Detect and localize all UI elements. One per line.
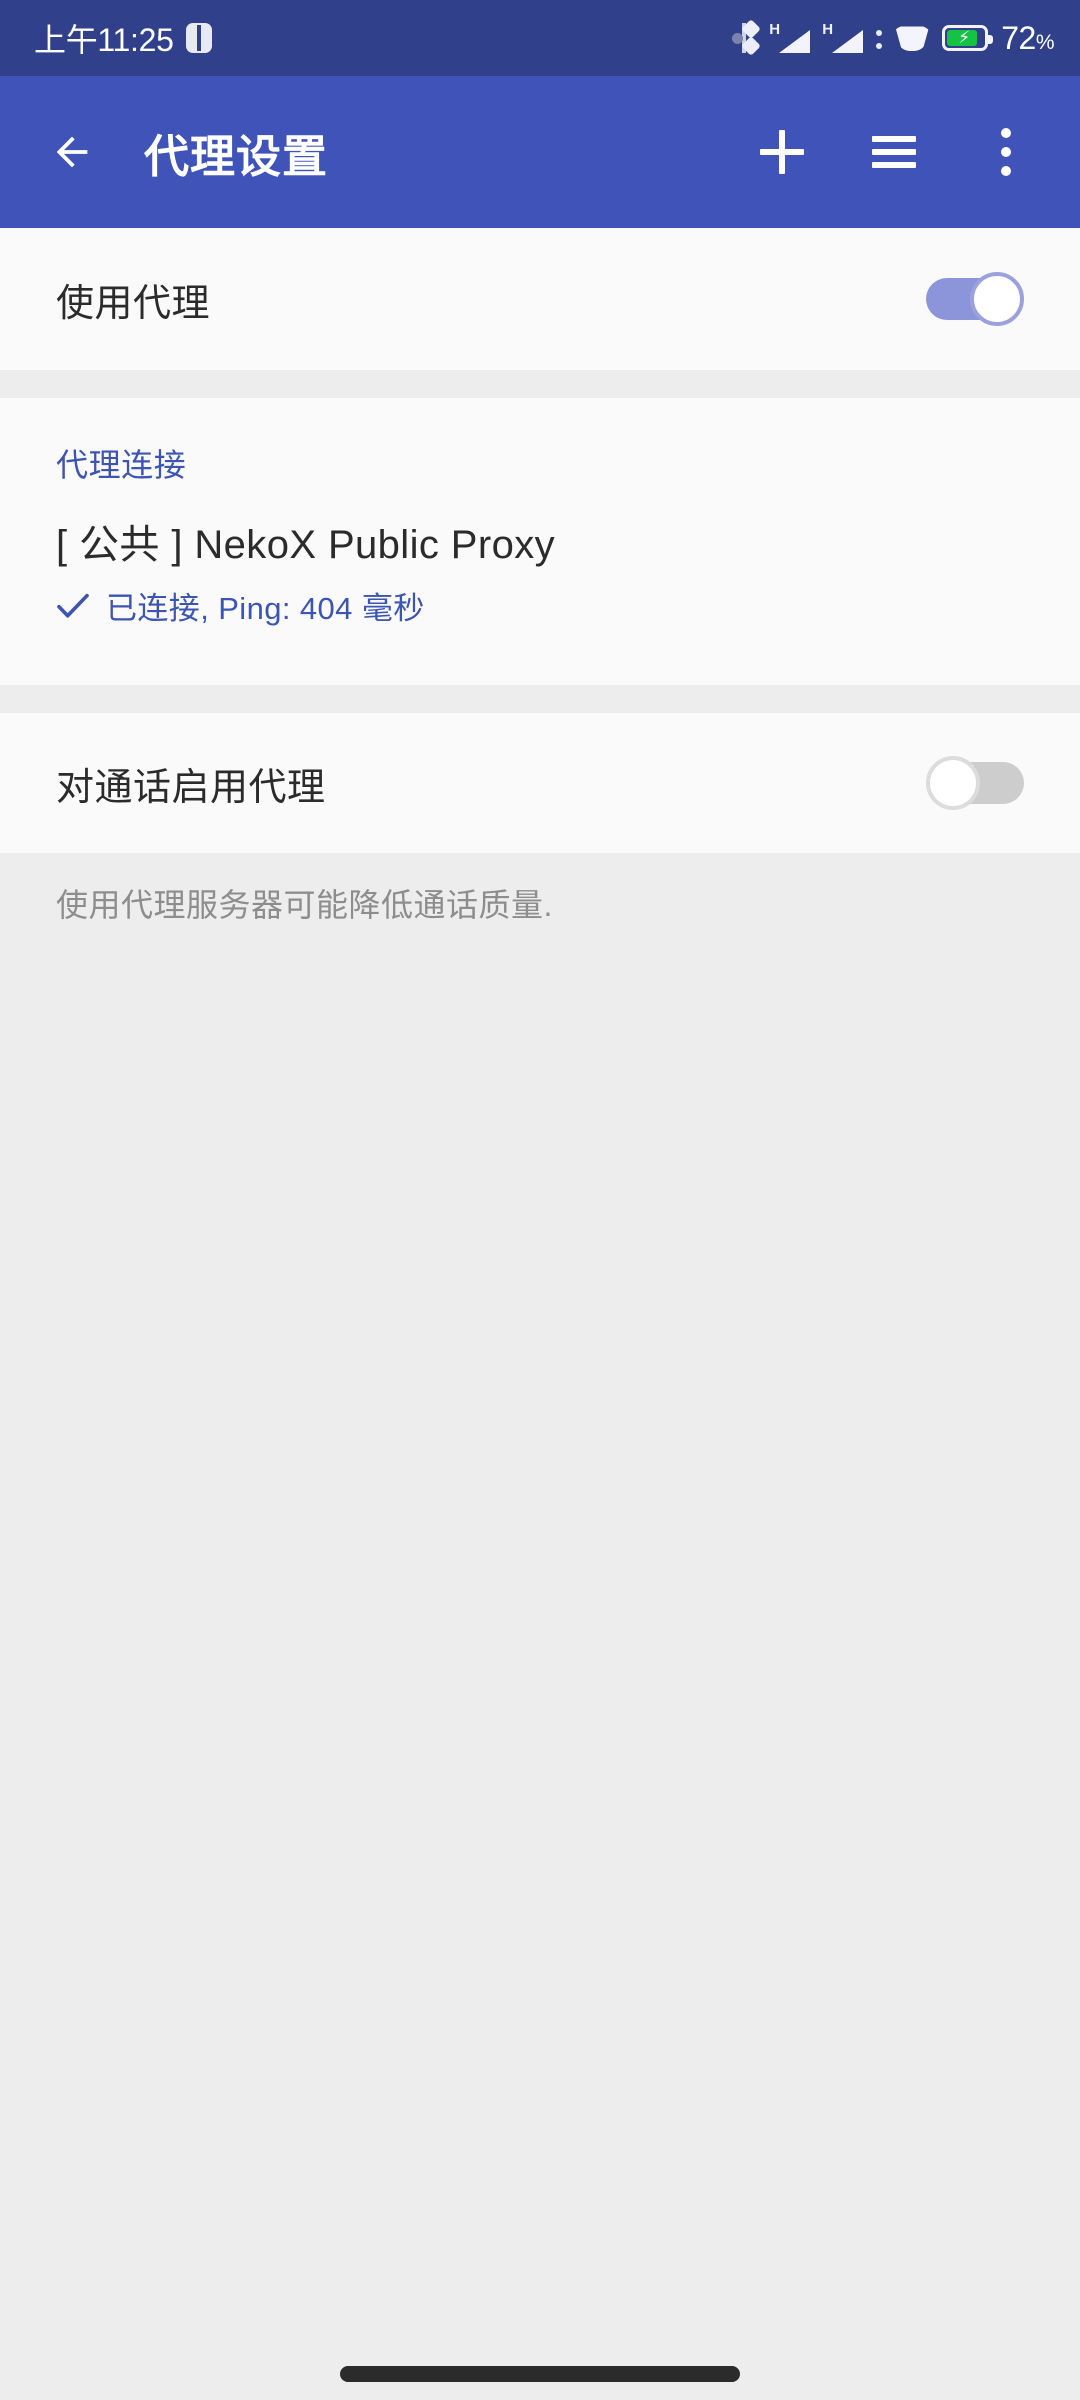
add-proxy-button[interactable] [726,96,838,208]
back-button[interactable] [24,104,120,200]
proxy-status: 已连接, Ping: 404 毫秒 [56,583,1024,628]
proxy-name-label: [ 公共 ] NekoX Public Proxy [56,523,556,567]
status-bar-left: 上午11:25 [34,15,212,61]
signal-dots-icon [876,24,883,52]
check-icon [56,592,90,620]
calls-proxy-card: 对通话启用代理 [0,713,1080,853]
bluetooth-icon [732,19,762,56]
calls-proxy-hint: 使用代理服务器可能降低通话质量. [56,887,553,923]
toggle-thumb [926,756,980,810]
proxy-settings-screen: 上午11:25 H H ⚡ 72% 代理设置 使用代理 代理连接 [公共] … [0,0,1080,2400]
arrow-left-icon [56,136,88,168]
signal-icon-sim2: H [822,22,864,53]
overflow-menu-button[interactable] [950,96,1062,208]
alarm-icon [185,23,212,53]
battery-charging-icon: ⚡ [942,25,994,51]
app-bar-actions [726,96,1080,208]
use-proxy-toggle[interactable] [926,272,1024,326]
status-bar-clock: 上午11:25 [34,22,174,58]
wifi-icon [895,26,930,51]
page-title: 代理设置 [144,130,329,182]
status-bar: 上午11:25 H H ⚡ 72% [0,0,1080,76]
proxy-connection-section-header: 代理连接 [56,447,187,483]
calls-proxy-row[interactable]: 对通话启用代理 [0,713,1080,853]
app-bar: 代理设置 [0,76,1080,228]
home-gesture-pill[interactable] [340,2366,740,2382]
use-proxy-card: 使用代理 [0,228,1080,370]
proxy-list-button[interactable] [838,96,950,208]
proxy-connection-item[interactable]: 代理连接 [ 公共 ] NekoX Public Proxy 已连接, Ping… [0,398,1080,628]
plus-icon [760,130,804,174]
kebab-menu-icon [1001,128,1011,176]
status-bar-right: H H ⚡ 72% [732,19,1055,57]
hamburger-menu-icon [872,136,916,168]
battery-percent-value: 72 [1001,19,1036,56]
calls-proxy-label: 对通话启用代理 [56,766,326,809]
battery-percent-label: 72% [1001,20,1054,57]
use-proxy-row[interactable]: 使用代理 [0,228,1080,370]
proxy-status-label: 已连接, Ping: 404 毫秒 [106,591,425,626]
toggle-thumb [970,272,1024,326]
use-proxy-label: 使用代理 [56,282,211,325]
calls-proxy-toggle[interactable] [926,756,1024,810]
proxy-connection-card: 代理连接 [ 公共 ] NekoX Public Proxy 已连接, Ping… [0,398,1080,685]
battery-percent-unit: % [1035,30,1055,54]
signal-icon-sim1: H [769,22,811,53]
